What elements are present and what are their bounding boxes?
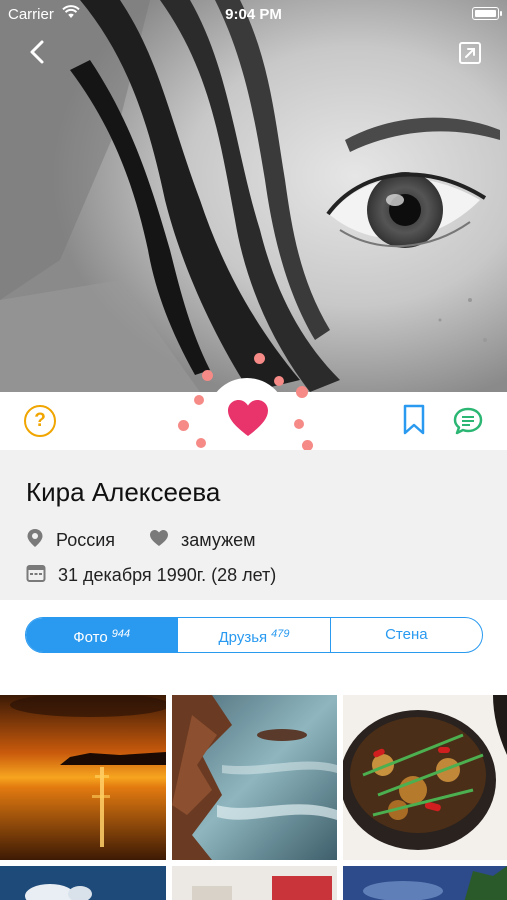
- battery-icon: [472, 7, 502, 20]
- profile-photo-image: [0, 0, 507, 392]
- photo-tile-stew[interactable]: [343, 695, 507, 860]
- tab-wall[interactable]: Стена: [329, 618, 482, 652]
- relationship-label: замужем: [181, 530, 256, 550]
- heart-icon: [228, 400, 268, 436]
- country-label: Россия: [56, 530, 116, 550]
- status-bar: Carrier 9:04 PM: [0, 0, 507, 28]
- tab-friends-label: Друзья: [218, 629, 268, 646]
- help-button[interactable]: ?: [24, 405, 56, 437]
- profile-info: Кира Алексеева Россия замужем 31 декабря…: [0, 450, 507, 600]
- status-time: 9:04 PM: [225, 6, 282, 23]
- tab-friends-count: 479: [271, 628, 290, 640]
- tab-friends[interactable]: Друзья 479: [177, 618, 329, 652]
- external-link-icon: [459, 42, 481, 64]
- tab-photos-label: Фото: [73, 629, 108, 646]
- profile-tabs: Фото 944 Друзья 479 Стена: [25, 617, 483, 653]
- back-button[interactable]: [24, 38, 52, 66]
- like-button[interactable]: [207, 378, 287, 458]
- heart-status-icon: [149, 529, 169, 552]
- photo-tile-sunset[interactable]: [0, 695, 166, 860]
- location-pin-icon: [26, 528, 44, 553]
- profile-name: Кира Алексеева: [26, 477, 221, 507]
- photo-tile-row2-1[interactable]: [0, 866, 166, 900]
- tab-photos-count: 944: [111, 628, 131, 640]
- birthday-label: 31 декабря 1990г. (28 лет): [58, 565, 277, 585]
- birthday-row: 31 декабря 1990г. (28 лет): [26, 563, 276, 588]
- message-button[interactable]: [452, 406, 484, 441]
- chevron-left-icon: [30, 40, 44, 64]
- open-external-button[interactable]: [457, 40, 483, 66]
- tab-wall-label: Стена: [385, 626, 428, 643]
- profile-photo[interactable]: Carrier 9:04 PM: [0, 0, 507, 392]
- photo-tile-row2-3[interactable]: [343, 866, 507, 900]
- tab-photos[interactable]: Фото 944: [26, 618, 178, 652]
- calendar-icon: [26, 563, 46, 588]
- location-relationship-row: Россия замужем: [26, 528, 256, 553]
- photo-tile-row2-2[interactable]: [172, 866, 337, 900]
- bookmark-icon: [403, 404, 425, 435]
- chat-bubble-icon: [453, 407, 483, 435]
- bookmark-button[interactable]: [402, 404, 426, 441]
- photo-tile-coast[interactable]: [172, 695, 337, 860]
